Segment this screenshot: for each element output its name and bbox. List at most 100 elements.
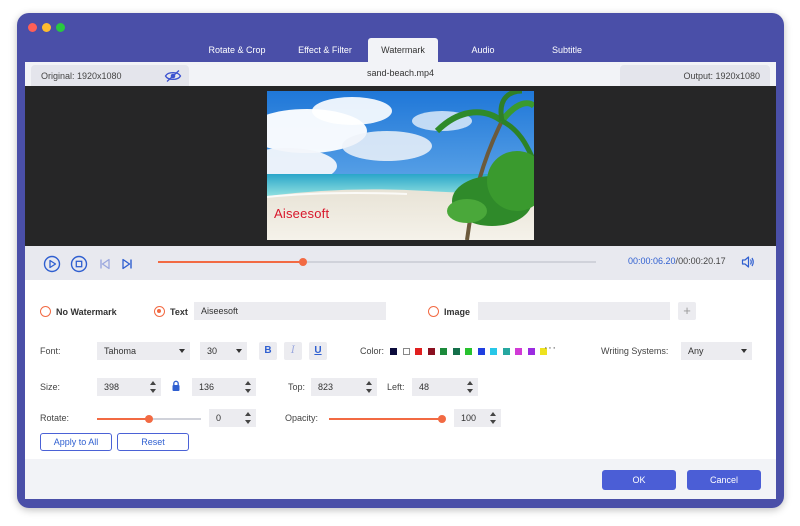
- output-resolution: Output: 1920x1080: [620, 65, 770, 87]
- apply-to-all-button[interactable]: Apply to All: [40, 433, 112, 451]
- opacity-slider-fill: [329, 418, 442, 420]
- image-watermark-label: Image: [444, 307, 471, 317]
- stepper-arrows-icon[interactable]: [245, 411, 252, 425]
- no-watermark-label: No Watermark: [56, 307, 117, 317]
- stepper-arrows-icon[interactable]: [245, 380, 252, 394]
- color-swatch[interactable]: [440, 348, 447, 355]
- italic-button[interactable]: I: [284, 342, 302, 360]
- color-swatch[interactable]: [477, 348, 485, 355]
- stepper-arrows-icon[interactable]: [467, 380, 474, 394]
- color-swatch[interactable]: [515, 348, 522, 355]
- watermark-text-input[interactable]: [194, 302, 386, 320]
- preview-stage: Aiseesoft: [25, 86, 776, 246]
- watermark-image-input[interactable]: [478, 302, 670, 320]
- playback-bar: 00:00:06.20/00:00:20.17: [25, 246, 776, 280]
- lock-icon[interactable]: [171, 380, 181, 392]
- editor-window: Rotate & Crop Effect & Filter Watermark …: [17, 13, 784, 508]
- chevron-down-icon: [741, 349, 747, 353]
- font-family-value: Tahoma: [104, 346, 137, 356]
- tab-bar: Rotate & Crop Effect & Filter Watermark …: [17, 38, 784, 62]
- top-label: Top:: [288, 382, 306, 392]
- chevron-down-icon: [236, 349, 242, 353]
- video-preview: Aiseesoft: [267, 91, 534, 240]
- dialog-footer: OK Cancel: [25, 459, 776, 499]
- font-size-value: 30: [207, 346, 218, 356]
- stepper-arrows-icon[interactable]: [150, 380, 157, 394]
- rotate-stepper[interactable]: 0: [209, 409, 256, 427]
- color-swatch[interactable]: [402, 348, 410, 355]
- size-label: Size:: [40, 382, 61, 392]
- opacity-slider[interactable]: [329, 415, 446, 423]
- left-stepper[interactable]: 48: [412, 378, 478, 396]
- time-display: 00:00:06.20/00:00:20.17: [628, 256, 726, 266]
- height-value: 136: [199, 382, 215, 392]
- watermark-panel: No Watermark Text Image + Font: Tahoma 3…: [25, 280, 776, 459]
- current-time: 00:00:06.20: [628, 256, 676, 266]
- width-value: 398: [104, 382, 120, 392]
- skip-back-icon[interactable]: [96, 255, 114, 273]
- stepper-arrows-icon[interactable]: [366, 380, 373, 394]
- rotate-slider[interactable]: [97, 415, 201, 423]
- watermark-overlay[interactable]: Aiseesoft: [274, 206, 329, 221]
- volume-icon[interactable]: [741, 255, 755, 269]
- font-family-dropdown[interactable]: Tahoma: [97, 342, 190, 360]
- rotate-value: 0: [216, 413, 222, 423]
- no-watermark-radio[interactable]: [40, 306, 51, 317]
- zoom-window-button[interactable]: [56, 23, 65, 32]
- tab-effect-filter[interactable]: Effect & Filter: [281, 38, 369, 62]
- minimize-window-button[interactable]: [42, 23, 51, 32]
- progress-track[interactable]: [158, 258, 596, 266]
- stepper-arrows-icon[interactable]: [490, 411, 497, 425]
- rotate-slider-fill: [97, 418, 149, 420]
- opacity-value: 100: [461, 413, 477, 423]
- rotate-slider-handle[interactable]: [145, 415, 153, 423]
- editor-content: Original: 1920x1080 sand-beach.mp4 Outpu…: [25, 62, 776, 499]
- color-swatch[interactable]: [415, 348, 422, 355]
- tab-rotate-crop[interactable]: Rotate & Crop: [193, 38, 281, 62]
- opacity-stepper[interactable]: 100: [454, 409, 501, 427]
- bold-button[interactable]: B: [259, 342, 277, 360]
- stop-icon[interactable]: [70, 255, 88, 273]
- width-stepper[interactable]: 398: [97, 378, 161, 396]
- cancel-button[interactable]: Cancel: [687, 470, 761, 490]
- tab-subtitle[interactable]: Subtitle: [532, 38, 602, 62]
- writing-systems-label: Writing Systems:: [601, 346, 669, 356]
- tab-watermark[interactable]: Watermark: [368, 38, 438, 62]
- top-value: 823: [318, 382, 334, 392]
- add-image-button[interactable]: +: [678, 302, 696, 320]
- color-swatch[interactable]: [527, 348, 535, 355]
- tab-audio[interactable]: Audio: [448, 38, 518, 62]
- image-watermark-radio[interactable]: [428, 306, 439, 317]
- writing-systems-value: Any: [688, 346, 704, 356]
- text-watermark-radio[interactable]: [154, 306, 165, 317]
- opacity-slider-handle[interactable]: [438, 415, 446, 423]
- top-stepper[interactable]: 823: [311, 378, 377, 396]
- progress-handle[interactable]: [298, 258, 307, 266]
- color-swatch[interactable]: [390, 348, 397, 355]
- opacity-label: Opacity:: [285, 413, 319, 423]
- reset-button[interactable]: Reset: [117, 433, 189, 451]
- info-bar: Original: 1920x1080 sand-beach.mp4 Outpu…: [25, 62, 776, 87]
- left-value: 48: [419, 382, 430, 392]
- play-icon[interactable]: [43, 255, 61, 273]
- height-stepper[interactable]: 136: [192, 378, 256, 396]
- total-time: 00:00:20.17: [678, 256, 726, 266]
- close-window-button[interactable]: [28, 23, 37, 32]
- skip-forward-icon[interactable]: [118, 255, 136, 273]
- underline-button[interactable]: U: [309, 342, 327, 360]
- progress-fill: [158, 261, 303, 263]
- writing-systems-dropdown[interactable]: Any: [681, 342, 752, 360]
- color-swatch[interactable]: [490, 348, 497, 355]
- color-swatch[interactable]: [427, 348, 435, 355]
- chevron-down-icon: [179, 349, 185, 353]
- color-label: Color:: [360, 346, 385, 356]
- text-watermark-label: Text: [170, 307, 188, 317]
- font-size-dropdown[interactable]: 30: [200, 342, 247, 360]
- color-swatch[interactable]: [502, 348, 510, 355]
- color-swatch[interactable]: [452, 348, 460, 355]
- color-swatch[interactable]: [465, 348, 472, 355]
- ok-button[interactable]: OK: [602, 470, 676, 490]
- more-colors-button[interactable]: ···: [544, 342, 557, 354]
- font-label: Font:: [40, 346, 61, 356]
- left-label: Left:: [387, 382, 405, 392]
